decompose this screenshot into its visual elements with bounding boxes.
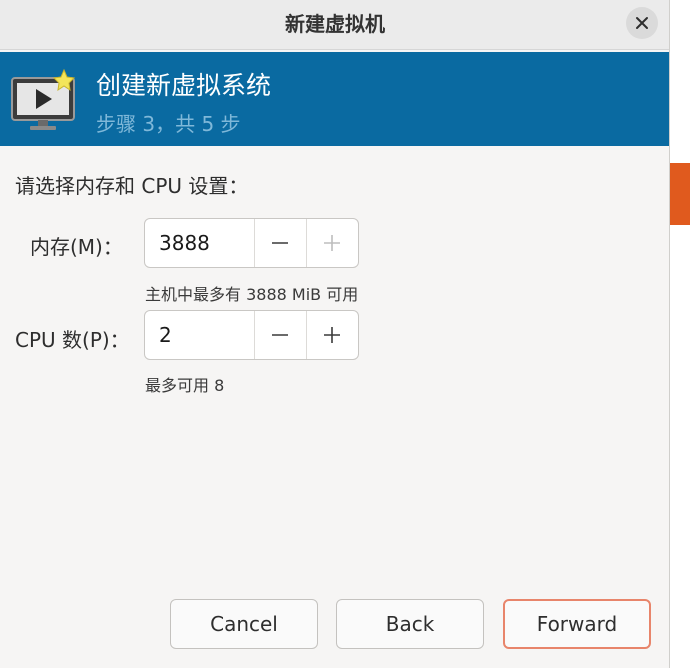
close-icon [636, 17, 648, 29]
plus-icon [324, 327, 341, 343]
memory-hint: 主机中最多有 3888 MiB 可用 [145, 285, 359, 304]
plus-icon [324, 235, 341, 251]
memory-label: 内存(M)： [30, 235, 123, 259]
new-vm-dialog: 新建虚拟机 创建新虚拟系统 步骤 3，共 5 步 请选择内存和 CPU 设置： … [0, 0, 670, 668]
back-button[interactable]: Back [336, 599, 484, 649]
close-button[interactable] [626, 7, 658, 39]
background-accent [670, 163, 690, 225]
minus-icon [272, 242, 289, 244]
memory-spinbox: 3888 [144, 218, 359, 268]
minus-icon [272, 334, 289, 336]
cpu-hint: 最多可用 8 [145, 376, 225, 395]
cpu-label: CPU 数(P)： [15, 328, 130, 352]
memory-input[interactable]: 3888 [145, 219, 254, 267]
banner-title: 创建新虚拟系统 [96, 71, 272, 100]
step-indicator: 步骤 3，共 5 步 [96, 112, 241, 136]
cpu-increase-button[interactable] [305, 311, 358, 359]
titlebar: 新建虚拟机 [0, 0, 669, 50]
forward-button[interactable]: Forward [503, 599, 651, 649]
cancel-button[interactable]: Cancel [170, 599, 318, 649]
background-window [670, 0, 690, 668]
cpu-spinbox: 2 [144, 310, 359, 360]
header-banner: 创建新虚拟系统 步骤 3，共 5 步 [0, 52, 669, 146]
cpu-decrease-button[interactable] [253, 311, 306, 359]
window-title: 新建虚拟机 [285, 12, 385, 36]
vm-monitor-icon [11, 68, 76, 130]
memory-increase-button[interactable] [305, 219, 358, 267]
cpu-input[interactable]: 2 [145, 311, 254, 359]
memory-decrease-button[interactable] [253, 219, 306, 267]
instructions-label: 请选择内存和 CPU 设置： [15, 174, 249, 198]
